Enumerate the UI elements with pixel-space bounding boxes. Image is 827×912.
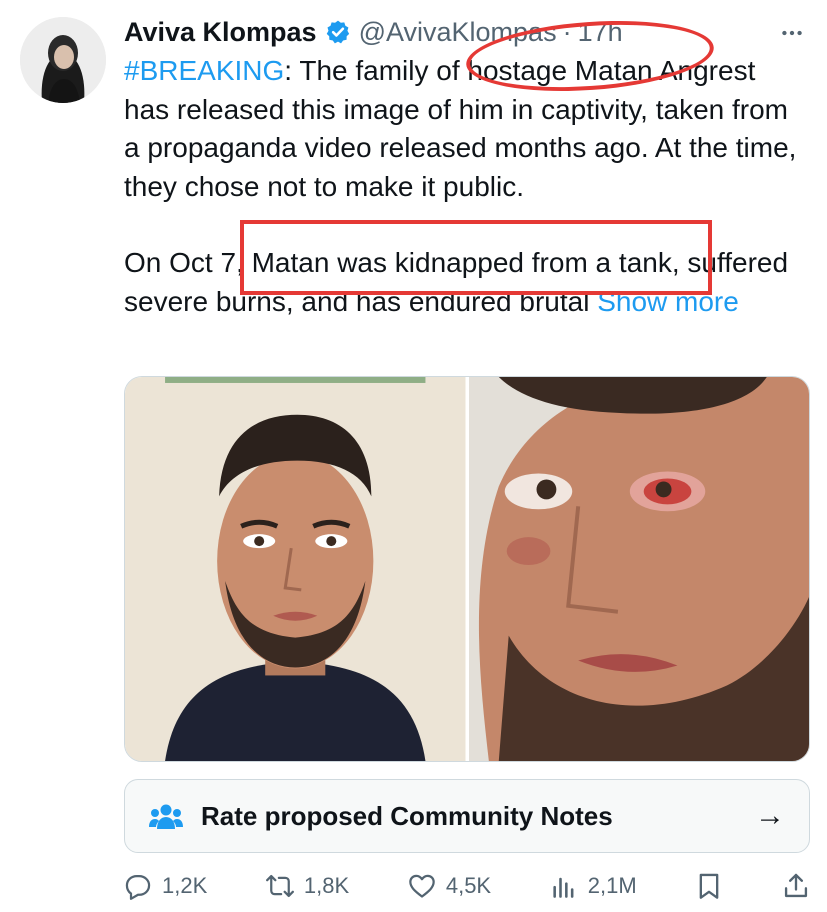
reply-icon [125,874,151,900]
repost-count: 1,8K [303,873,350,898]
tweet-paragraph-2: On Oct 7, Matan was kidnapped from a tan… [124,244,804,321]
analytics-icon [553,877,574,898]
heart-icon [409,874,435,898]
avatar[interactable] [20,17,106,103]
separator-dot: · [562,16,572,47]
action-bar: 1,2K 1,8K 4,5K 2,1M [124,866,810,906]
photo-left[interactable] [125,377,466,761]
bookmark-icon [700,873,719,899]
community-notes-label: Rate proposed Community Notes [201,800,613,831]
timestamp[interactable]: 17h [578,17,623,48]
tweet-media [124,376,810,762]
people-icon [149,804,183,829]
tweet-text: #BREAKING: The family of hostage Matan A… [124,52,804,321]
views-count: 2,1M [587,873,637,898]
bookmark-button[interactable] [695,872,723,900]
hashtag-link[interactable]: #BREAKING [124,55,284,86]
photo-right[interactable] [468,377,809,761]
reply-count: 1,2K [162,873,208,898]
views-button[interactable]: 2,1M [550,872,637,900]
reply-button[interactable]: 1,2K [124,872,207,900]
author-handle[interactable]: @AvivaKlompas [359,17,557,48]
author-name[interactable]: Aviva Klompas [124,17,317,48]
share-icon [784,873,808,898]
show-more-link[interactable]: Show more [597,286,739,317]
verified-badge-icon [325,19,351,45]
more-dots-icon[interactable] [777,18,807,48]
share-button[interactable] [782,872,810,900]
repost-icon [265,874,294,898]
community-notes-button[interactable]: Rate proposed Community Notes → [124,779,810,853]
tweet-header: Aviva Klompas @AvivaKlompas · 17h [124,14,623,50]
like-button[interactable]: 4,5K [408,872,491,900]
tweet-paragraph-1: #BREAKING: The family of hostage Matan A… [124,52,804,206]
arrow-right-icon: → [755,799,785,832]
repost-button[interactable]: 1,8K [265,872,350,900]
like-count: 4,5K [445,873,492,898]
